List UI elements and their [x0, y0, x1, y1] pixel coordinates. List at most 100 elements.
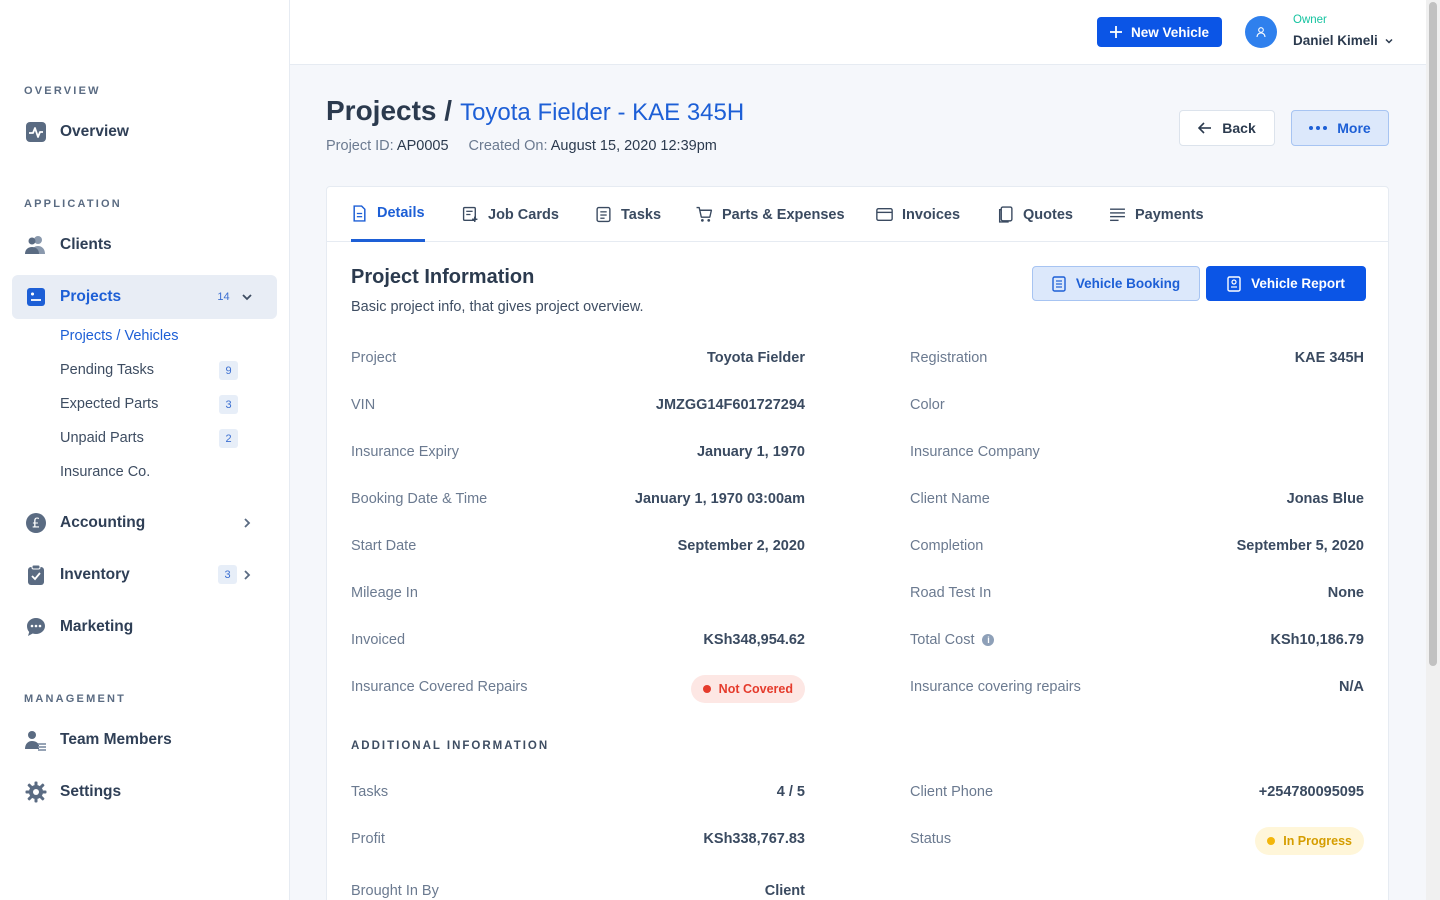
- sub-item-label: Pending Tasks: [60, 362, 155, 378]
- card-add-icon: [462, 206, 478, 222]
- svg-text:£: £: [32, 517, 40, 532]
- field-label: Tasks: [351, 784, 389, 800]
- field-label: Start Date: [351, 538, 417, 554]
- document-icon: [353, 204, 366, 222]
- tasks-icon: [596, 206, 611, 223]
- invoice-icon: [876, 207, 893, 222]
- client-phone-value: +254780095095: [1258, 784, 1364, 800]
- tab-label: Invoices: [902, 206, 961, 223]
- field-label: Insurance Company: [910, 444, 1040, 460]
- total-cost-label: Total Cost i: [910, 632, 995, 648]
- info-icon[interactable]: i: [982, 634, 995, 647]
- field-label: Client Phone: [910, 784, 994, 800]
- sidebar-item-label: Inventory: [60, 566, 130, 583]
- booking-date-value: January 1, 1970 03:00am: [634, 491, 805, 507]
- field-label: Status: [910, 831, 952, 847]
- sidebar-item-label: Accounting: [60, 514, 146, 531]
- brought-in-by-value: Client: [764, 883, 805, 899]
- registration-value: KAE 345H: [1294, 350, 1364, 366]
- avatar[interactable]: [1245, 16, 1277, 48]
- activity-icon: [24, 120, 48, 144]
- chevron-right-icon[interactable]: [239, 567, 255, 583]
- field-label: Insurance covering repairs: [910, 679, 1081, 695]
- clipboard-check-icon: [24, 563, 48, 587]
- project-value: Toyota Fielder: [706, 350, 805, 366]
- sidebar-item-inventory[interactable]: Inventory 3: [12, 553, 277, 597]
- chevron-right-icon[interactable]: [239, 515, 255, 531]
- field-label: Invoiced: [351, 632, 406, 648]
- tasks-value: 4 / 5: [776, 784, 805, 800]
- vehicle-report-button[interactable]: Vehicle Report: [1206, 266, 1366, 301]
- clipboard-list-icon: [24, 285, 48, 309]
- vehicle-booking-button[interactable]: Vehicle Booking: [1032, 266, 1200, 301]
- project-card: Details Job Cards Tasks Parts & Expenses…: [326, 186, 1389, 900]
- user-menu[interactable]: Daniel Kimeli: [1293, 33, 1394, 48]
- sidebar-item-team-members[interactable]: Team Members: [12, 718, 277, 762]
- sidebar-item-clients[interactable]: Clients: [12, 223, 277, 267]
- field-label: Color: [910, 397, 945, 413]
- projects-count-badge: 14: [217, 290, 230, 303]
- project-id: Project ID: AP0005: [326, 138, 449, 154]
- tab-tasks[interactable]: Tasks: [595, 187, 661, 242]
- field-label: Road Test In: [910, 585, 992, 601]
- tab-invoices[interactable]: Invoices: [876, 187, 960, 242]
- page-title: Projects / Toyota Fielder - KAE 345H: [326, 95, 744, 127]
- scroll-thumb[interactable]: [1429, 2, 1437, 666]
- start-date-value: September 2, 2020: [677, 538, 805, 554]
- created-on: Created On: August 15, 2020 12:39pm: [468, 138, 717, 154]
- sidebar-item-projects[interactable]: Projects 14: [12, 275, 277, 319]
- back-button[interactable]: Back: [1179, 110, 1275, 146]
- tab-label: Tasks: [621, 206, 662, 223]
- sidebar-item-marketing[interactable]: Marketing: [12, 605, 277, 649]
- chevron-down-icon[interactable]: [239, 289, 255, 305]
- sub-item-expected-parts[interactable]: Expected Parts 3: [60, 391, 240, 417]
- sub-item-projects-vehicles[interactable]: Projects / Vehicles: [60, 323, 240, 349]
- tab-label: Quotes: [1023, 206, 1073, 223]
- chevron-down-icon: [1385, 38, 1393, 44]
- tab-job-cards[interactable]: Job Cards: [462, 187, 559, 242]
- sub-item-label: Expected Parts: [60, 396, 159, 412]
- vin-value: JMZGG14F601727294: [655, 397, 805, 413]
- report-icon: [1227, 275, 1241, 292]
- cart-icon: [696, 206, 713, 222]
- tab-payments[interactable]: Payments: [1109, 187, 1204, 242]
- insurance-covering-value: N/A: [1339, 679, 1364, 695]
- sidebar-item-label: Team Members: [60, 731, 172, 748]
- section-title: Project Information: [351, 266, 535, 288]
- tab-label: Parts & Expenses: [722, 206, 845, 223]
- invoiced-value: KSh348,954.62: [703, 632, 805, 648]
- sidebar-item-accounting[interactable]: £ Accounting: [12, 501, 277, 545]
- project-meta: Project ID: AP0005 Created On: August 15…: [326, 138, 717, 154]
- sub-item-insurance-co[interactable]: Insurance Co.: [60, 459, 240, 485]
- breadcrumb-root: Projects /: [326, 95, 453, 126]
- pending-tasks-badge: 9: [219, 361, 238, 380]
- sidebar-item-overview[interactable]: Overview: [12, 110, 277, 154]
- sub-item-label: Projects / Vehicles: [60, 328, 179, 344]
- sidebar-item-label: Clients: [60, 236, 112, 253]
- topbar: New Vehicle Owner Daniel Kimeli: [290, 0, 1426, 65]
- new-vehicle-button[interactable]: New Vehicle: [1097, 17, 1222, 47]
- section-title-application: APPLICATION: [24, 198, 122, 210]
- tab-quotes[interactable]: Quotes: [997, 187, 1073, 242]
- tab-bar: Details Job Cards Tasks Parts & Expenses…: [327, 187, 1388, 242]
- tab-details[interactable]: Details: [351, 187, 425, 242]
- vehicle-booking-label: Vehicle Booking: [1075, 276, 1181, 291]
- sidebar-item-label: Projects: [60, 288, 122, 305]
- more-label: More: [1337, 120, 1371, 136]
- field-label: Brought In By: [351, 883, 439, 899]
- additional-info-title: ADDITIONAL INFORMATION: [351, 740, 550, 752]
- user-role: Owner: [1293, 14, 1327, 26]
- tab-parts-expenses[interactable]: Parts & Expenses: [696, 187, 845, 242]
- section-title-management: MANAGEMENT: [24, 693, 127, 705]
- document-icon: [1052, 275, 1066, 292]
- completion-value: September 5, 2020: [1236, 538, 1364, 554]
- field-label: Insurance Expiry: [351, 444, 459, 460]
- sidebar-item-label: Settings: [60, 783, 122, 800]
- sub-item-pending-tasks[interactable]: Pending Tasks 9: [60, 357, 240, 383]
- more-button[interactable]: More: [1291, 110, 1389, 146]
- section-title-overview: OVERVIEW: [24, 85, 101, 97]
- sidebar-item-settings[interactable]: Settings: [12, 770, 277, 814]
- sub-item-unpaid-parts[interactable]: Unpaid Parts 2: [60, 425, 240, 451]
- inventory-count-badge: 3: [218, 565, 237, 584]
- scrollbar[interactable]: [1426, 0, 1440, 900]
